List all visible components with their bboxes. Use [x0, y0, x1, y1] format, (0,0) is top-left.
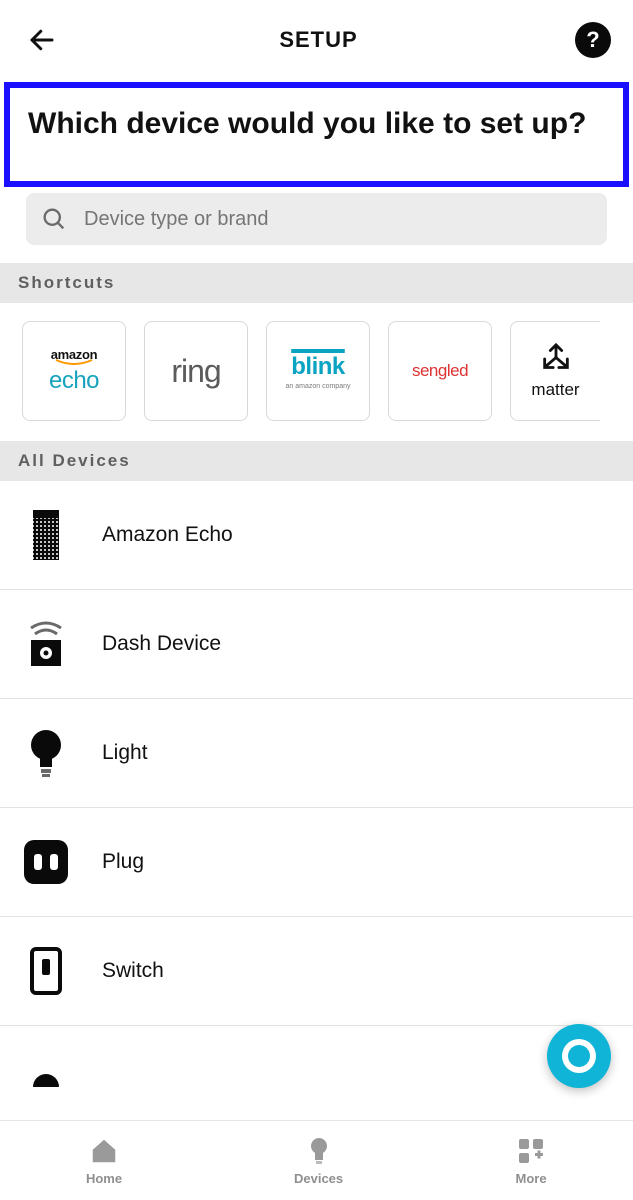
device-item-light[interactable]: Light — [0, 699, 633, 808]
search-icon — [40, 205, 68, 233]
app-header: SETUP ? — [0, 0, 633, 74]
section-all-devices-header: All Devices — [0, 441, 633, 481]
home-icon — [88, 1135, 120, 1167]
back-button[interactable] — [22, 20, 62, 60]
page-title: SETUP — [279, 27, 357, 53]
device-label: Switch — [102, 959, 164, 983]
search-container — [0, 187, 633, 263]
back-arrow-icon — [27, 25, 57, 55]
plug-icon — [24, 834, 68, 890]
blink-logo: blink — [291, 353, 345, 381]
device-item-switch[interactable]: Switch — [0, 917, 633, 1026]
nav-more[interactable]: More — [515, 1135, 547, 1186]
setup-prompt: Which device would you like to set up? — [28, 104, 605, 143]
shortcut-sengled[interactable]: sengled — [388, 321, 492, 421]
prompt-highlight: Which device would you like to set up? — [4, 82, 629, 187]
light-icon — [24, 725, 68, 781]
device-item-amazon-echo[interactable]: Amazon Echo — [0, 481, 633, 590]
bottom-nav: Home Devices More — [0, 1120, 633, 1200]
echo-device-icon — [24, 507, 68, 563]
devices-nav-icon — [303, 1135, 335, 1167]
section-shortcuts-header: Shortcuts — [0, 263, 633, 303]
search-bar[interactable] — [26, 193, 607, 245]
echo-logo: echo — [49, 367, 99, 395]
shortcut-amazon-echo[interactable]: amazon echo — [22, 321, 126, 421]
ring-logo: ring — [171, 353, 220, 390]
device-item-dash-device[interactable]: Dash Device — [0, 590, 633, 699]
matter-icon — [539, 342, 573, 376]
device-label: Plug — [102, 850, 144, 874]
shortcuts-row: amazon echo ring blink an amazon company… — [0, 303, 633, 441]
nav-label: Home — [86, 1171, 122, 1186]
device-label: Dash Device — [102, 632, 221, 656]
amazon-logo: amazon — [51, 348, 98, 367]
alexa-voice-button[interactable] — [547, 1024, 611, 1088]
device-label: Amazon Echo — [102, 523, 233, 547]
nav-home[interactable]: Home — [86, 1135, 122, 1186]
partial-device-icon — [24, 1052, 68, 1108]
help-button[interactable]: ? — [575, 22, 611, 58]
sengled-logo: sengled — [412, 361, 468, 381]
device-item-partial[interactable] — [0, 1026, 633, 1108]
nav-devices[interactable]: Devices — [294, 1135, 343, 1186]
nav-label: More — [516, 1171, 547, 1186]
more-icon — [515, 1135, 547, 1167]
shortcut-ring[interactable]: ring — [144, 321, 248, 421]
search-input[interactable] — [84, 208, 593, 231]
shortcut-blink[interactable]: blink an amazon company — [266, 321, 370, 421]
blink-subtext: an amazon company — [286, 383, 351, 390]
dash-device-icon — [24, 616, 68, 672]
device-label: Light — [102, 741, 148, 765]
switch-icon — [24, 943, 68, 999]
nav-label: Devices — [294, 1171, 343, 1186]
device-list: Amazon Echo Dash Device Light Plug Switc… — [0, 481, 633, 1108]
device-item-plug[interactable]: Plug — [0, 808, 633, 917]
alexa-icon — [562, 1039, 596, 1073]
matter-label: matter — [531, 380, 579, 400]
help-icon: ? — [586, 27, 599, 53]
shortcut-matter[interactable]: matter — [510, 321, 600, 421]
